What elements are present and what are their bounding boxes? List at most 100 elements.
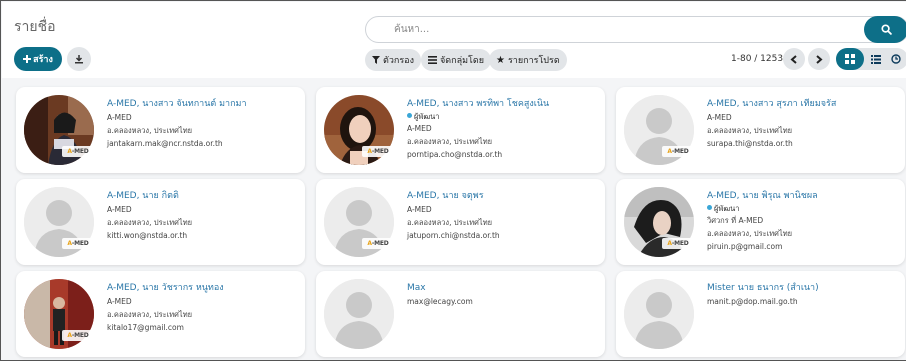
search-input[interactable] — [366, 17, 866, 42]
avatar — [624, 279, 694, 349]
contact-card[interactable]: A -MED A-MED, นาย พิรุณ พานิชผล ผู้พัฒนา … — [616, 179, 905, 265]
kanban-view-button[interactable] — [836, 48, 864, 70]
contact-name: A-MED, นาย วัชรากร หนูทอง — [107, 283, 224, 293]
card-details: A-MED, นางสาว จันทกานต์ มากมา A-MED อ.คล… — [107, 98, 299, 150]
contact-company: A-MED — [407, 124, 432, 133]
contact-email: kitti.won@nstda.or.th — [107, 231, 188, 240]
contact-name: A-MED, นางสาว พรทิพา โชคสูงเนิน — [407, 99, 550, 109]
search-bar — [365, 16, 906, 43]
create-label: สร้าง — [33, 55, 53, 65]
company-logo: A -MED — [662, 238, 694, 249]
plus-icon — [23, 55, 32, 63]
tag-label: ผู้พัฒนา — [414, 112, 440, 121]
contact-address: อ.คลองหลวง, ประเทศไทย — [707, 126, 793, 135]
contact-company: วิศวกร ที่ A-MED — [707, 216, 764, 225]
page-title: รายชื่อ — [14, 19, 56, 35]
contact-card[interactable]: A -MED A-MED, นางสาว จันทกานต์ มากมา A-ME… — [16, 87, 305, 173]
tag-dot — [707, 205, 712, 210]
create-button[interactable]: สร้าง — [14, 47, 62, 71]
company-logo: A -MED — [62, 330, 94, 341]
company-logo: A -MED — [362, 146, 394, 157]
app-frame: รายชื่อ สร้าง ตัวกรอง จัดกลุ่มโดย ★ รายก… — [0, 0, 906, 361]
chevron-left-icon — [790, 54, 797, 64]
contact-email: kitalo17@gmail.com — [107, 323, 184, 332]
contact-card[interactable]: A -MED A-MED, นาย จตุพร A-MED อ.คลองหลวง,… — [316, 179, 605, 265]
download-button[interactable] — [67, 47, 91, 71]
placeholder-avatar-icon — [624, 279, 694, 349]
group-by-label: จัดกลุ่มโดย — [440, 56, 484, 66]
pager-previous-button[interactable] — [783, 48, 805, 70]
contact-company: A-MED — [107, 113, 132, 122]
company-logo: A -MED — [62, 146, 94, 157]
contact-company: A-MED — [707, 113, 732, 122]
contact-name: A-MED, นางสาว จันทกานต์ มากมา — [107, 99, 247, 109]
contact-company: A-MED — [107, 297, 132, 306]
card-details: A-MED, นาย จตุพร A-MED อ.คลองหลวง, ประเท… — [407, 190, 599, 242]
contact-card[interactable]: A -MED A-MED, นางสาว พรทิพา โชคสูงเนิน ผู… — [316, 87, 605, 173]
activity-view-button[interactable] — [886, 48, 906, 70]
placeholder-avatar-icon — [324, 279, 394, 349]
list-view-button[interactable] — [866, 48, 886, 70]
contact-email: surapa.thi@nstda.or.th — [707, 139, 793, 148]
contact-tag: ผู้พัฒนา — [707, 203, 899, 214]
contact-email: piruin.p@gmail.com — [707, 242, 783, 251]
contact-email: jantakarn.mak@ncr.nstda.or.th — [107, 139, 223, 148]
view-switcher — [836, 48, 906, 70]
pager-value[interactable]: 1-80 / 1253 — [731, 54, 783, 64]
company-logo: A -MED — [62, 238, 94, 249]
contact-name: A-MED, นาย พิรุณ พานิชผล — [707, 191, 818, 201]
filters-label: ตัวกรอง — [383, 56, 414, 66]
contact-name: Mister นาย ธนากร (สำเนา) — [707, 283, 819, 293]
contact-address: อ.คลองหลวง, ประเทศไทย — [707, 229, 793, 238]
chevron-right-icon — [816, 54, 823, 64]
contact-name: A-MED, นาย กิตติ — [107, 191, 179, 201]
contact-name: A-MED, นางสาว สุรภา เทียมจรัส — [707, 99, 837, 109]
contact-card[interactable]: A -MED A-MED, นางสาว สุรภา เทียมจรัส A-ME… — [616, 87, 905, 173]
card-details: A-MED, นางสาว สุรภา เทียมจรัส A-MED อ.คล… — [707, 98, 899, 150]
list-icon — [428, 56, 437, 64]
filter-icon — [372, 56, 380, 64]
contact-tag: ผู้พัฒนา — [407, 111, 599, 122]
card-details: Mister นาย ธนากร (สำเนา) manit.p@dop.mai… — [707, 282, 899, 308]
clock-icon — [891, 54, 901, 64]
search-icon — [880, 24, 892, 35]
contact-address: อ.คลองหลวง, ประเทศไทย — [407, 137, 493, 146]
card-details: A-MED, นาย วัชรากร หนูทอง A-MED อ.คลองหล… — [107, 282, 299, 334]
contact-name: Max — [407, 283, 426, 293]
card-details: Max max@lecagy.com — [407, 282, 599, 308]
contact-address: อ.คลองหลวง, ประเทศไทย — [107, 126, 193, 135]
contact-email: max@lecagy.com — [407, 297, 473, 306]
list-view-icon — [871, 54, 881, 64]
contact-address: อ.คลองหลวง, ประเทศไทย — [407, 218, 493, 227]
contact-card[interactable]: A -MED A-MED, นาย วัชรากร หนูทอง A-MED อ.… — [16, 271, 305, 357]
contact-address: อ.คลองหลวง, ประเทศไทย — [107, 218, 193, 227]
tag-label: ผู้พัฒนา — [714, 204, 740, 213]
pager-next-button[interactable] — [808, 48, 830, 70]
company-logo: A -MED — [662, 146, 694, 157]
group-by-button[interactable]: จัดกลุ่มโดย — [421, 49, 491, 71]
card-details: A-MED, นางสาว พรทิพา โชคสูงเนิน ผู้พัฒนา… — [407, 98, 599, 161]
card-details: A-MED, นาย พิรุณ พานิชผล ผู้พัฒนา วิศวกร… — [707, 190, 899, 253]
favorites-label: รายการโปรด — [507, 56, 560, 66]
star-icon: ★ — [496, 54, 505, 66]
contact-card[interactable]: Mister นาย ธนากร (สำเนา) manit.p@dop.mai… — [616, 271, 905, 357]
kanban-icon — [845, 54, 855, 64]
contact-email: jatuporn.chi@nstda.or.th — [407, 231, 500, 240]
contact-email: porntipa.cho@nstda.or.th — [407, 150, 503, 159]
contact-email: manit.p@dop.mail.go.th — [707, 297, 798, 306]
favorites-button[interactable]: ★ รายการโปรด — [489, 49, 567, 71]
download-icon — [75, 55, 83, 64]
contact-company: A-MED — [107, 205, 132, 214]
tag-dot — [407, 113, 412, 118]
contact-name: A-MED, นาย จตุพร — [407, 191, 484, 201]
avatar — [324, 279, 394, 349]
contact-company: A-MED — [407, 205, 432, 214]
control-panel: รายชื่อ สร้าง ตัวกรอง จัดกลุ่มโดย ★ รายก… — [2, 2, 906, 78]
filters-button[interactable]: ตัวกรอง — [365, 49, 421, 71]
search-button[interactable] — [864, 16, 906, 43]
contact-card[interactable]: A -MED A-MED, นาย กิตติ A-MED อ.คลองหลวง,… — [16, 179, 305, 265]
card-details: A-MED, นาย กิตติ A-MED อ.คลองหลวง, ประเท… — [107, 190, 299, 242]
contact-address: อ.คลองหลวง, ประเทศไทย — [107, 310, 193, 319]
contact-card[interactable]: Max max@lecagy.com — [316, 271, 605, 357]
company-logo: A -MED — [362, 238, 394, 249]
